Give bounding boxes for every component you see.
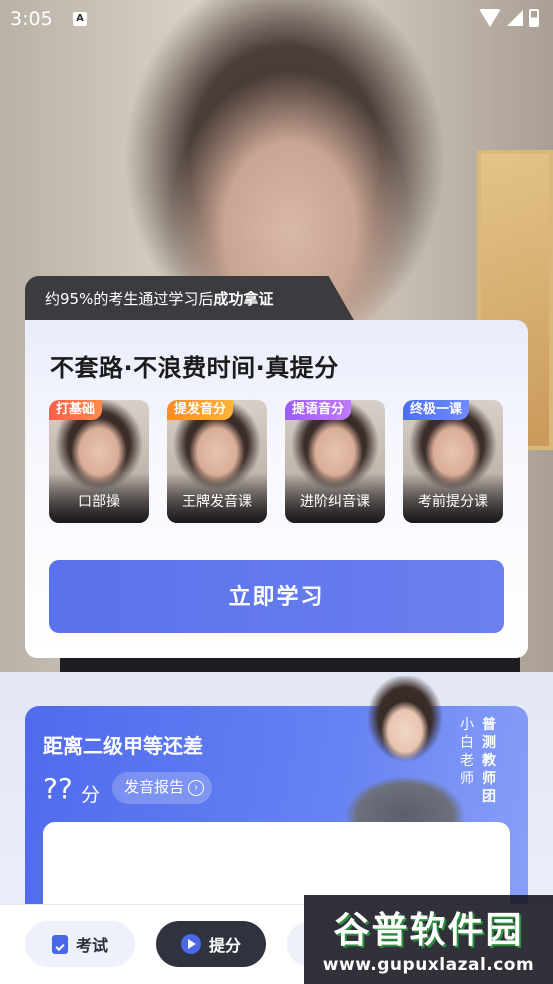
chevron-right-icon: › [188,780,205,796]
report-button-label: 发音报告 [124,779,185,796]
course-card-final-boost[interactable]: 终极一课 考前提分课 [403,400,503,523]
course-list: 打基础 口部操 提发音分 王牌发音课 提语音分 进阶纠音课 终极一课 考前提分课 [49,400,503,523]
course-name: 进阶纠音课 [300,494,370,510]
teacher-name: 小白老师 [460,717,474,787]
site-watermark: 谷普软件园 www.gupuxlazal.com [304,895,553,984]
course-tag: 打基础 [49,400,103,420]
pass-rate-text: 约95%的考生通过学习后 [45,290,214,308]
course-name: 王牌发音课 [182,494,252,510]
signal-icon [507,10,523,26]
course-tag: 终极一课 [403,400,470,420]
pass-rate-banner: 约95%的考生通过学习后成功拿证 [25,276,355,322]
status-icons [479,9,539,27]
watermark-title: 谷普软件园 [333,910,524,951]
pronunciation-report-button[interactable]: 发音报告 › [112,772,213,804]
start-learning-button[interactable]: 立即学习 [49,560,504,633]
teacher-avatar [340,676,470,826]
course-promo-card: 不套路·不浪费时间·真提分 打基础 口部操 提发音分 王牌发音课 提语音分 进阶… [25,320,528,658]
wifi-icon [479,9,501,27]
play-circle-icon [180,934,201,954]
score-gap-unit: 分 [81,784,101,806]
course-card-advanced-correction[interactable]: 提语音分 进阶纠音课 [285,400,385,523]
course-card-pronunciation[interactable]: 提发音分 王牌发音课 [167,400,267,523]
course-name: 口部操 [78,494,120,510]
status-time: 3:05 [10,8,53,30]
nav-boost-label: 提分 [208,938,241,955]
nav-exam-tab[interactable]: 考试 [25,921,135,967]
score-gap-title: 距离二级甲等还差 [43,734,203,758]
course-tag: 提语音分 [285,400,352,420]
course-tag: 提发音分 [167,400,234,420]
nav-boost-tab[interactable]: 提分 [156,921,266,967]
nav-exam-label: 考试 [75,938,108,955]
course-card-oral-exercise[interactable]: 打基础 口部操 [49,400,149,523]
promo-title: 不套路·不浪费时间·真提分 [50,354,339,382]
teacher-team: 普测教师团 [482,717,496,805]
notification-app-icon: A [73,12,87,26]
watermark-url: www.gupuxlazal.com [322,955,535,975]
battery-icon [529,9,539,27]
course-name: 考前提分课 [418,494,488,510]
score-gap-value: ?? [43,772,73,805]
clipboard-check-icon [51,934,68,954]
pass-rate-highlight: 成功拿证 [213,290,274,308]
status-bar: 3:05 A [0,0,553,40]
